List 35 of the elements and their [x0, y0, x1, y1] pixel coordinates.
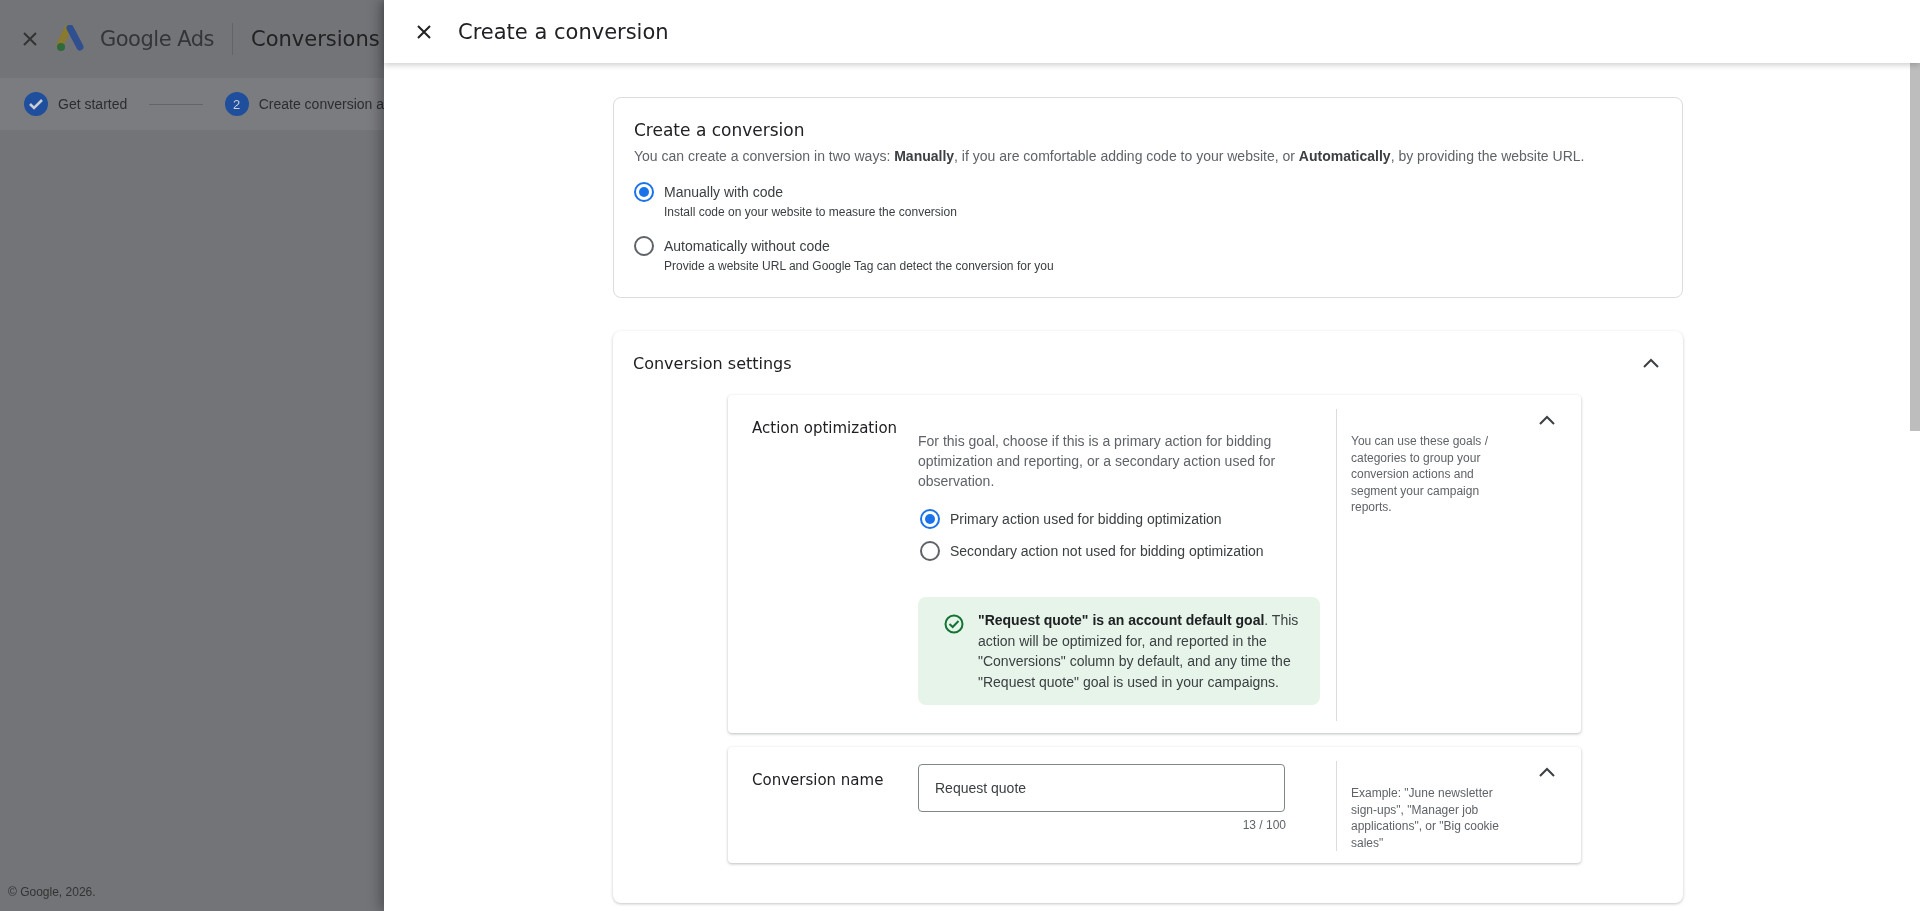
section-label: Conversion name	[752, 770, 885, 791]
logo-icon	[56, 25, 86, 53]
chevron-up-icon	[1643, 358, 1659, 368]
chevron-up-icon	[1539, 415, 1555, 425]
character-counter: 13 / 100	[1242, 818, 1286, 832]
footer-text: © Google, 2026.	[8, 885, 96, 899]
option-description: Install code on your website to measure the conversion	[664, 205, 957, 219]
card-title: Create a conversion	[634, 120, 806, 140]
radio-button[interactable]	[634, 236, 654, 256]
card-description: You can create a conversion in two ways: Manually, if you are comfortable adding code to your website, or Automatically, by providing the website URL.	[634, 148, 1586, 164]
close-icon	[416, 23, 432, 40]
step-number: 2	[224, 92, 249, 116]
radio-button[interactable]	[920, 509, 940, 529]
step-label: Get started	[58, 96, 128, 112]
product-name: Google Ads	[100, 27, 214, 51]
help-text: You can use these goals / categories to group your conversion actions and segment your campaign reports.	[1351, 433, 1489, 516]
section-title: Conversions	[251, 27, 380, 51]
option-label: Secondary action not used for bidding optimization	[950, 542, 1264, 561]
scrollbar-thumb[interactable]	[1910, 63, 1920, 431]
radio-button[interactable]	[634, 182, 654, 202]
panel-title: Create a conversion	[458, 19, 669, 44]
section-description: For this goal, choose if this is a primary action for bidding optimization and reporting, or a secondary action used for observation.	[918, 432, 1277, 491]
check-circle-icon	[944, 614, 964, 634]
option-label: Manually with code	[664, 183, 785, 202]
name-input-field[interactable]: Request quote	[918, 764, 1285, 812]
radio-button[interactable]	[920, 541, 940, 561]
chevron-up-icon	[1539, 767, 1555, 777]
section-label: Action optimization	[752, 418, 899, 439]
option-description: Provide a website URL and Google Tag can detect the conversion for you	[664, 259, 1054, 273]
settings-title: Conversion settings	[633, 353, 792, 373]
notice-text: "Request quote" is an account default goal. This action will be optimized for, and reported in the "Conversions" column by default, and any time the "Request quote" goal is used in your campaigns.	[978, 611, 1300, 692]
option-label: Primary action used for bidding optimization	[950, 510, 1222, 529]
step-label: Create conversion a	[258, 96, 384, 112]
help-text: Example: "June newsletter sign-ups", "Manager job applications", or "Big cookie sales"	[1351, 785, 1500, 851]
option-label: Automatically without code	[664, 237, 831, 256]
